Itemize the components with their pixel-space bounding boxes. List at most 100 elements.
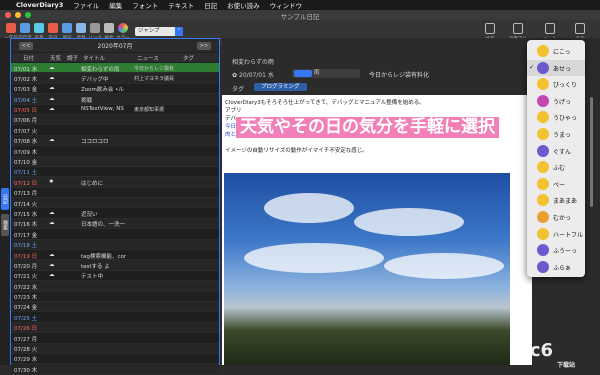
mood-option-label: ふうーっ <box>553 248 578 256</box>
table-row[interactable]: 07/09 木 <box>11 146 219 157</box>
menu-font[interactable]: フォント <box>132 0 158 10</box>
mood-option[interactable]: むかっ <box>527 209 585 225</box>
mood-menu: にこっ ✓ あせっびっくりうげっうひゃっうまっぐすん ふむ ペー まあまあむかっハートフル… <box>527 40 585 277</box>
prev-month-button[interactable]: << <box>19 41 33 50</box>
row-title: 相変わらずの雨 <box>81 66 120 73</box>
mood-face-icon <box>537 128 549 140</box>
table-row[interactable]: 07/16 木☁日本語の、一洗一ブログ… <box>11 218 219 230</box>
row-date: 07/02 木 <box>14 76 38 83</box>
table-row[interactable]: 07/14 火 <box>11 198 219 209</box>
table-row[interactable]: 07/08 水 ☁ ココロコロ <box>11 135 219 147</box>
table-row[interactable]: 07/07 火 <box>11 125 219 136</box>
mood-option-label: うひゃっ <box>553 115 578 123</box>
entry-scrollbar[interactable] <box>589 95 594 345</box>
row-date: 07/18 土 <box>14 243 38 250</box>
tab-diary[interactable]: 日記 <box>1 188 9 210</box>
table-row[interactable]: 07/06 月 <box>11 114 219 126</box>
table-row[interactable]: 07/23 木 <box>11 292 219 302</box>
jump-select[interactable]: ジャンプ <box>135 27 183 36</box>
table-row[interactable]: 07/18 土 <box>11 239 219 251</box>
row-date: 07/24 金 <box>14 305 38 312</box>
scroll-thumb[interactable] <box>590 97 593 207</box>
mood-option[interactable]: ふうーっ <box>527 242 585 258</box>
table-row[interactable]: 07/21 火 ☁ テスト中 <box>11 271 219 282</box>
entry-title[interactable]: 相変わらずの雨 <box>232 57 274 66</box>
clover-icon: ✿ <box>232 72 238 79</box>
col-news[interactable]: ニュース <box>137 54 159 62</box>
table-row[interactable]: 07/30 木 <box>11 364 219 375</box>
mood-option[interactable]: ふむ <box>527 159 585 175</box>
calendar-icon <box>6 23 16 33</box>
mood-option-label: びっくり <box>553 82 578 90</box>
calendar-icon <box>34 23 44 33</box>
mood-option-label: むかっ <box>553 215 572 222</box>
tab-search[interactable]: 検索 <box>1 214 9 236</box>
mood-face-icon <box>537 244 549 257</box>
mood-face-icon <box>537 61 549 74</box>
mood-option[interactable]: ぐすん <box>527 143 585 159</box>
menu-app-name[interactable]: CloverDiary3 <box>16 1 63 9</box>
weather-select[interactable]: 雨 <box>292 69 360 78</box>
table-row[interactable]: 07/19 日☁tag検索機能、corブログ… <box>11 250 219 261</box>
next-month-button[interactable]: >> <box>197 41 211 50</box>
row-date: 07/26 日 <box>14 326 38 333</box>
row-date: 07/03 金 <box>14 87 38 94</box>
table-row[interactable]: 07/26 日 <box>11 322 219 334</box>
table-row[interactable]: 07/27 月 <box>11 333 219 344</box>
watermark-logo: pc6 下载站 <box>517 340 576 369</box>
menu-reading[interactable]: お使い読み <box>227 0 260 10</box>
table-row[interactable]: 07/29 水 <box>11 354 219 365</box>
mood-option[interactable]: ふらぁ <box>527 259 585 275</box>
mood-face-icon <box>537 111 549 124</box>
table-row[interactable]: 07/13 月 <box>11 188 219 199</box>
row-date: 07/29 水 <box>14 357 38 364</box>
mood-option[interactable]: ハートフル <box>527 226 585 242</box>
col-tag[interactable]: タグ <box>183 54 194 62</box>
tag-chip[interactable]: プログラミング <box>254 83 307 91</box>
table-row[interactable]: 07/28 火 <box>11 343 219 354</box>
mood-option[interactable]: うひゃっ <box>527 109 585 125</box>
mood-option[interactable]: うげっ <box>527 93 585 109</box>
row-title: はじめに <box>81 180 104 187</box>
col-weather[interactable]: 天気 <box>50 54 61 62</box>
body-line: イメージの自動リサイズの動作がイマイチ不安定な感じ。 <box>225 148 368 154</box>
row-date: 07/07 火 <box>14 128 38 135</box>
table-row[interactable]: 07/11 土 <box>11 167 219 178</box>
table-row[interactable]: 07/03 金 ☁ Zoom飲み会 •ル <box>11 84 219 95</box>
table-row[interactable]: 07/22 水 <box>11 281 219 292</box>
mood-option[interactable]: まあまあ <box>527 192 585 208</box>
col-date[interactable]: 日付 <box>23 54 34 62</box>
menu-file[interactable]: ファイル <box>73 0 99 10</box>
menu-window[interactable]: ウィンドウ <box>270 0 303 10</box>
entry-news[interactable]: 今日からレジ袋有料化 <box>369 70 429 79</box>
table-row[interactable]: 07/12 日 ✹ はじめに <box>11 177 219 188</box>
mood-option[interactable]: ✓ あせっ <box>527 59 585 76</box>
table-row[interactable]: 07/04 土 ☁ 挑戦 <box>11 94 219 105</box>
table-row[interactable]: 07/15 水 ☁ 近況い <box>11 208 219 219</box>
weather-icon: ☁ <box>49 95 55 102</box>
color-wheel-icon <box>118 23 128 33</box>
mood-option[interactable]: びっくり <box>527 76 585 92</box>
mood-option-label: うまっ <box>553 132 571 139</box>
table-row[interactable]: 07/01 水☁相変わらずの雨今日からレジ袋有ブログ… <box>11 63 219 74</box>
table-row[interactable]: 07/02 木 ☁ デバッグ中 村上マヨネラ議員 <box>11 73 219 84</box>
col-title[interactable]: タイトル <box>83 54 105 62</box>
mood-option[interactable]: にこっ <box>527 43 585 59</box>
mood-option[interactable]: うまっ <box>527 126 585 142</box>
table-row[interactable]: 07/17 金 <box>11 229 219 240</box>
entry-body[interactable]: CloverDiary3もそろそろ仕上がってきて、デバッグとマニュアル整備を始め… <box>222 95 532 365</box>
menu-text[interactable]: テキスト <box>168 0 194 10</box>
weather-icon: ☁ <box>49 137 55 144</box>
menu-diary[interactable]: 日記 <box>204 0 217 10</box>
table-row[interactable]: 07/24 金 <box>11 301 219 313</box>
row-title: ココロコロ <box>81 139 109 146</box>
col-mood[interactable]: 調子 <box>67 54 78 62</box>
mood-option-label: ハートフル <box>553 231 584 239</box>
checkmark-icon: ✓ <box>529 63 535 71</box>
menu-edit[interactable]: 編集 <box>109 0 122 10</box>
table-row[interactable]: 07/10 金 <box>11 156 219 167</box>
mood-option[interactable]: ペー <box>527 176 585 192</box>
table-row[interactable]: 07/25 土 <box>11 312 219 323</box>
table-row[interactable]: 07/20 月☁testする よ映画 <box>11 260 219 271</box>
table-row[interactable]: 07/05 日☁NSTextView, NS東京都知事選ブログ… <box>11 105 219 115</box>
